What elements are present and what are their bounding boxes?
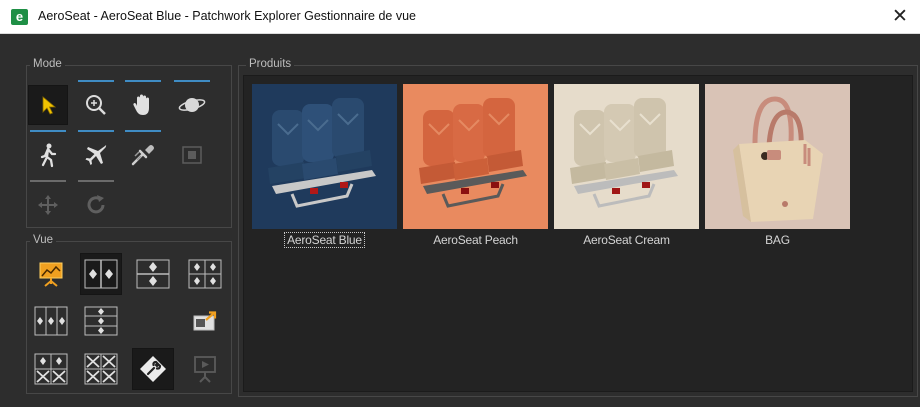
magnifier-icon [86, 95, 106, 115]
title-bar: e AeroSeat - AeroSeat Blue - Patchwork E… [0, 0, 920, 34]
tool-indicator [125, 130, 161, 132]
wrench-settings-icon [140, 356, 166, 382]
split-vertical-view-icon [84, 259, 118, 289]
move-arrows-icon [38, 195, 58, 215]
tool-indicator [78, 80, 114, 82]
walk-tool-button[interactable] [28, 130, 68, 175]
product-list: AeroSeat Blue AeroSeat Peach AeroSeat Cr… [243, 75, 913, 392]
quad-view-icon [188, 259, 222, 289]
settings-view-button[interactable] [132, 348, 174, 390]
quad-view-button[interactable] [184, 253, 226, 295]
tool-indicator [78, 180, 114, 182]
product-thumbnail [705, 84, 850, 229]
product-name: AeroSeat Peach [433, 233, 518, 247]
product-label: AeroSeat Blue [252, 232, 397, 248]
move-tool-button[interactable] [28, 180, 68, 225]
window-title: AeroSeat - AeroSeat Blue - Patchwork Exp… [38, 9, 416, 23]
product-thumbnail [403, 84, 548, 229]
triple-horizontal-view-button[interactable] [80, 300, 122, 342]
pick-material-tool-button[interactable] [123, 130, 163, 175]
product-item-aeroseat-cream[interactable]: AeroSeat Cream [554, 84, 699, 247]
app-logo-icon: e [11, 9, 28, 25]
triple-vertical-view-button[interactable] [30, 300, 72, 342]
rotate-tool-button[interactable] [76, 180, 116, 225]
quad-cross-alt-view-icon [84, 353, 118, 385]
split-horizontal-view-button[interactable] [132, 253, 174, 295]
product-item-bag[interactable]: BAG [705, 84, 850, 247]
triple-vertical-view-icon [34, 306, 68, 336]
aeroseat-cream-image [570, 98, 678, 208]
tool-indicator [78, 130, 114, 132]
frame-icon [182, 146, 202, 164]
quad-cross-alt-view-button[interactable] [80, 348, 122, 390]
tool-indicator [174, 80, 210, 82]
bag-image [733, 96, 823, 222]
product-item-aeroseat-peach[interactable]: AeroSeat Peach [403, 84, 548, 247]
orbit-planet-icon [178, 98, 206, 112]
zoom-tool-button[interactable] [76, 80, 116, 125]
quad-cross-view-button[interactable] [30, 348, 72, 390]
export-view-icon [193, 311, 217, 331]
quad-cross-view-icon [34, 353, 68, 385]
aeroseat-peach-image [419, 98, 527, 208]
export-view-button[interactable] [184, 300, 226, 342]
fit-view-tool-button[interactable] [172, 135, 212, 175]
product-thumbnail [252, 84, 397, 229]
cursor-arrow-icon [42, 96, 57, 115]
triple-horizontal-view-icon [84, 306, 118, 336]
airplane-icon [85, 145, 107, 165]
pan-tool-button[interactable] [123, 80, 163, 125]
fly-tool-button[interactable] [76, 130, 116, 175]
view-label: Vue [30, 234, 57, 246]
product-item-aeroseat-blue[interactable]: AeroSeat Blue [252, 84, 397, 248]
pipette-icon [131, 145, 154, 166]
product-thumbnail [554, 84, 699, 229]
tool-indicator [30, 130, 66, 132]
product-label: AeroSeat Peach [403, 233, 548, 247]
product-label: BAG [705, 233, 850, 247]
close-button[interactable]: ✕ [880, 0, 920, 34]
product-name: AeroSeat Blue [284, 232, 365, 248]
hand-icon [133, 94, 149, 115]
split-vertical-view-button[interactable] [80, 253, 122, 295]
presentation-view-icon [39, 262, 63, 287]
tool-indicator [30, 180, 66, 182]
walking-person-icon [40, 143, 57, 168]
product-name: AeroSeat Cream [583, 233, 670, 247]
mode-label: Mode [30, 58, 65, 70]
split-horizontal-view-icon [136, 259, 170, 289]
product-label: AeroSeat Cream [554, 233, 699, 247]
product-name: BAG [765, 233, 790, 247]
presentation-disabled-icon [194, 356, 216, 383]
orbit-tool-button[interactable] [172, 80, 212, 125]
select-tool-button[interactable] [28, 85, 68, 125]
rotate-icon [87, 195, 105, 214]
presentation-view-button[interactable] [30, 253, 72, 295]
aeroseat-blue-image [268, 98, 376, 208]
tool-indicator [125, 80, 161, 82]
products-label: Produits [246, 58, 295, 70]
presentation-disabled-button[interactable] [184, 348, 226, 390]
